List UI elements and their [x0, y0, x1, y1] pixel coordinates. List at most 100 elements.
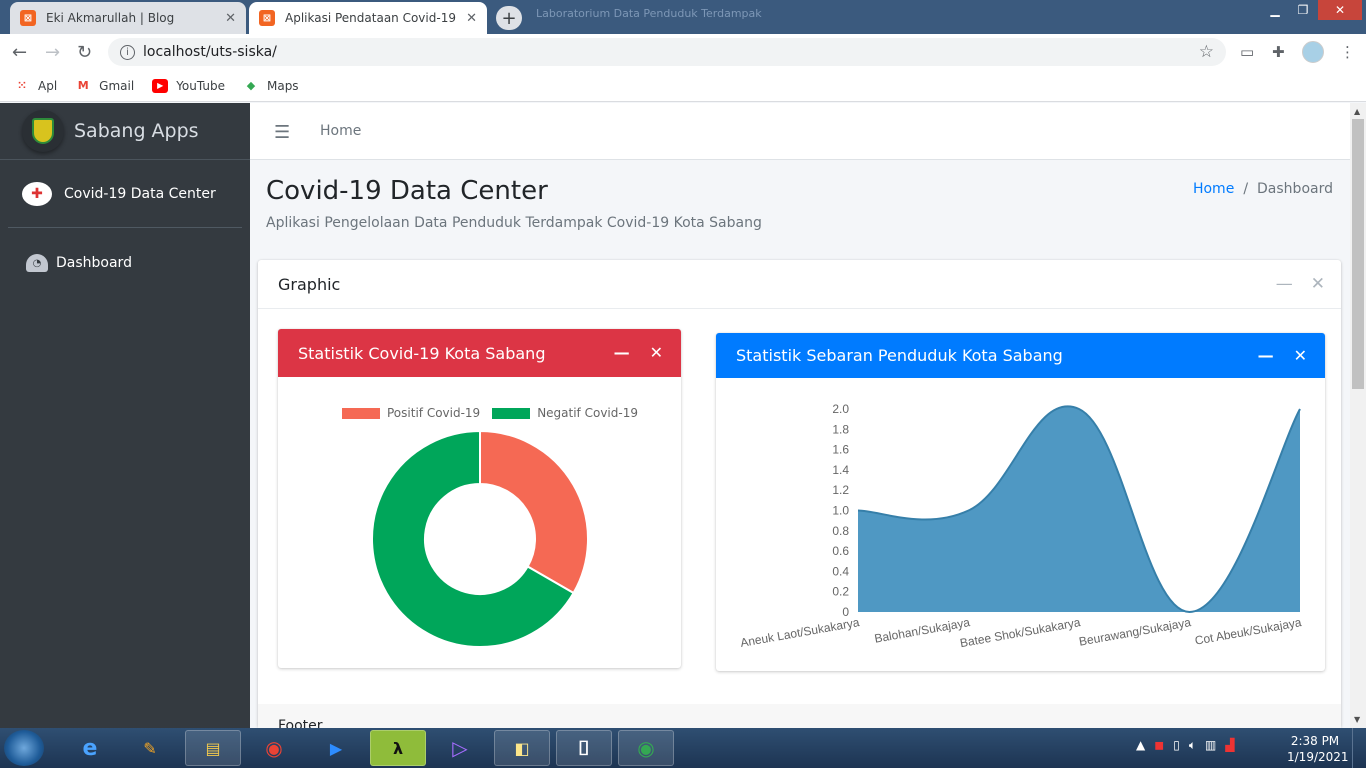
donut-chart [371, 429, 589, 648]
bookmark-label: Gmail [99, 78, 135, 93]
bookmark-gmail[interactable]: M Gmail [75, 78, 135, 93]
paint-palette-icon[interactable]: ✎ [122, 730, 178, 766]
x-tick-label: Balohan/Sukajaya [873, 615, 971, 646]
bookmark-label: Apl [38, 78, 58, 93]
scroll-up-arrow-icon[interactable]: ▲ [1354, 107, 1360, 116]
covid-stat-card: Statistik Covid-19 Kota Sabang — ✕ Posit… [278, 329, 681, 668]
graphic-card-tools: — ✕ [1258, 274, 1325, 294]
extensions-puzzle-icon[interactable]: ✚ [1272, 43, 1285, 61]
zoom-video-icon[interactable]: ▶ [308, 730, 364, 766]
breadcrumb-current: Dashboard [1257, 181, 1333, 197]
xampp-favicon-icon: ⊠ [20, 10, 36, 26]
user-panel-label: Covid-19 Data Center [64, 185, 216, 202]
bookmark-apps[interactable]: ⁙ Apl [14, 79, 57, 93]
network-icon[interactable]: ▥ [1205, 738, 1216, 753]
page-scrollbar[interactable]: ▲ ▼ [1350, 103, 1366, 728]
graphic-card-header: Graphic [258, 260, 1341, 309]
signal-icon[interactable]: ▟ [1225, 738, 1234, 753]
maps-pin-icon: ◆ [246, 79, 256, 92]
volume-icon[interactable]: 🔈︎ [1189, 738, 1196, 753]
cast-icon[interactable]: ▭ [1240, 43, 1254, 61]
bracket-app-icon[interactable]: ⌷ [556, 730, 612, 766]
sidebar-item-label: Dashboard [56, 255, 132, 271]
bookmark-star-icon[interactable]: ☆ [1199, 42, 1214, 62]
breadcrumb-home-link[interactable]: Home [1193, 181, 1234, 197]
site-info-icon[interactable]: i [120, 44, 135, 60]
internet-explorer-icon[interactable]: e [62, 730, 118, 766]
browser-tab-covid[interactable]: ⊠ Aplikasi Pendataan Covid-19 Wila ✕ [249, 2, 487, 34]
bookmark-maps[interactable]: ◆ Maps [243, 79, 299, 93]
y-tick-label: 0.2 [832, 585, 849, 599]
profile-avatar[interactable] [1302, 41, 1324, 63]
donut-slice-0[interactable] [479, 429, 589, 595]
browser-tab-bar: ⊠ Eki Akmarullah | Blog ✕ ⊠ Aplikasi Pen… [0, 0, 1366, 34]
gmail-icon: M [77, 79, 89, 92]
tab-close-icon[interactable]: ✕ [225, 11, 236, 26]
minimize-window-button[interactable]: ▁ [1262, 0, 1288, 20]
nav-home-link[interactable]: Home [320, 123, 361, 139]
scroll-down-arrow-icon[interactable]: ▼ [1354, 715, 1360, 724]
x-tick-label: Cot Abeuk/Sukajaya [1194, 615, 1303, 648]
area-series-fill[interactable] [858, 406, 1300, 612]
page-footer: Footer [258, 704, 1341, 728]
tray-expand-icon[interactable]: ▲ [1136, 738, 1145, 753]
collapse-minus-icon[interactable]: — [1276, 274, 1293, 294]
taskbar-clock[interactable]: 2:38 PM 1/19/2021 [1287, 733, 1349, 765]
close-window-button[interactable]: ✕ [1318, 0, 1362, 20]
system-tray: ▲ ◼ ▯ 🔈︎ ▥ ▟ [1136, 738, 1244, 753]
top-navbar: ☰ Home [250, 103, 1350, 160]
windows-taskbar: e ✎ ▤ ◉ ▶ λ ▷ ◧ ⌷ ◉ ▲ ◼ ▯ 🔈︎ ▥ ▟ 2:38 PM… [0, 728, 1366, 768]
apps-grid-icon: ⁙ [17, 79, 27, 92]
x-tick-label: Beurawang/Sukajaya [1078, 615, 1192, 649]
show-desktop-button[interactable] [1352, 728, 1366, 768]
chrome-icon[interactable]: ◉ [246, 730, 302, 766]
back-arrow-icon[interactable]: ← [12, 42, 27, 63]
population-stat-card: Statistik Sebaran Penduduk Kota Sabang —… [716, 333, 1325, 671]
remove-close-icon[interactable]: ✕ [1311, 274, 1325, 294]
new-tab-button[interactable]: + [496, 6, 522, 30]
graphic-card-title: Graphic [278, 274, 341, 294]
sidebar: Sabang Apps ✚ Covid-19 Data Center ◔ Das… [0, 103, 250, 728]
sidebar-item-dashboard[interactable]: ◔ Dashboard [8, 246, 242, 280]
bookmark-label: YouTube [176, 78, 225, 93]
chrome-menu-icon[interactable]: ⋮ [1340, 43, 1355, 61]
y-tick-label: 1.2 [832, 483, 849, 497]
y-tick-label: 0.6 [832, 544, 849, 558]
tab-close-icon[interactable]: ✕ [466, 11, 477, 26]
address-url[interactable]: localhost/uts-siska/ [143, 44, 277, 60]
hamburger-menu-icon[interactable]: ☰ [274, 122, 290, 143]
page-subtitle: Aplikasi Pengelolaan Data Penduduk Terda… [266, 215, 762, 231]
browser-toolbar: ← → ↻ i localhost/uts-siska/ ☆ ▭ ✚ ⋮ [0, 34, 1366, 70]
tab-title: Aplikasi Pendataan Covid-19 Wila [285, 11, 458, 25]
visual-studio-icon[interactable]: ▷ [432, 730, 488, 766]
sabang-logo-icon [22, 110, 64, 152]
chrome-profile-icon[interactable]: ◉ [618, 730, 674, 766]
clock-date: 1/19/2021 [1287, 750, 1349, 764]
windows-start-button[interactable] [4, 730, 44, 766]
reload-icon[interactable]: ↻ [77, 42, 92, 63]
brand-link[interactable]: Sabang Apps [0, 103, 250, 160]
bookmarks-bar: ⁙ Apl M Gmail ▶ YouTube ◆ Maps [0, 70, 1366, 102]
maximize-window-button[interactable]: ❐ [1290, 0, 1316, 20]
sticky-notes-icon[interactable]: ◧ [494, 730, 550, 766]
area-chart: 00.20.40.60.81.01.21.41.61.82.0Aneuk Lao… [739, 402, 1303, 650]
breadcrumb-separator: / [1243, 181, 1249, 197]
scrollbar-thumb[interactable] [1352, 119, 1364, 389]
browser-tab-blog[interactable]: ⊠ Eki Akmarullah | Blog ✕ [10, 2, 246, 34]
x-tick-label: Aneuk Laot/Sukakarya [739, 615, 861, 650]
user-panel[interactable]: ✚ Covid-19 Data Center [8, 160, 242, 228]
antivirus-icon[interactable]: ◼ [1154, 738, 1164, 753]
background-window-title: Laboratorium Data Penduduk Terdampak [536, 7, 762, 20]
address-bar[interactable]: i localhost/uts-siska/ ☆ [108, 38, 1226, 66]
covid-team-icon: ✚ [22, 181, 52, 206]
file-explorer-icon[interactable]: ▤ [185, 730, 241, 766]
device-icon[interactable]: ▯ [1173, 738, 1180, 753]
page-title: Covid-19 Data Center [266, 176, 548, 206]
bookmark-youtube[interactable]: ▶ YouTube [152, 78, 225, 93]
y-tick-label: 1.0 [832, 504, 849, 518]
x-tick-label: Batee Shok/Sukakarya [959, 615, 1082, 650]
y-tick-label: 1.8 [832, 422, 849, 436]
lambda-app-icon[interactable]: λ [370, 730, 426, 766]
bookmark-label: Maps [266, 78, 299, 93]
forward-arrow-icon[interactable]: → [45, 42, 60, 63]
